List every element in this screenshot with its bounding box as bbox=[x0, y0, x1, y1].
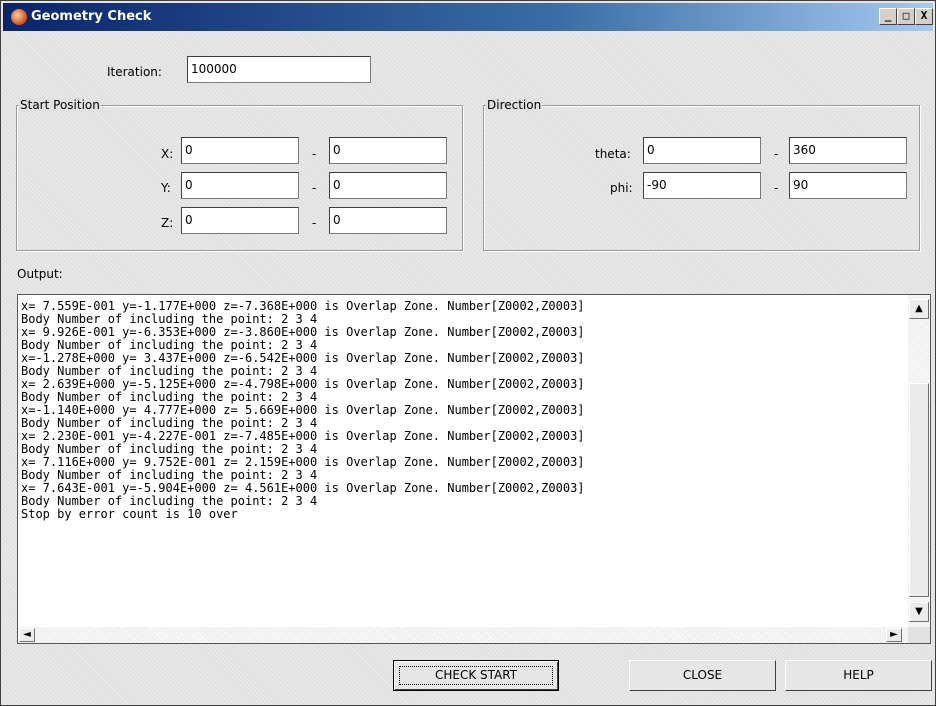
theta-from-input[interactable]: 0 bbox=[643, 137, 761, 164]
phi-label: phi: bbox=[610, 181, 633, 195]
minimize-button[interactable]: _ bbox=[879, 8, 897, 25]
phi-to-input[interactable]: 90 bbox=[789, 172, 907, 199]
z-from-input[interactable]: 0 bbox=[181, 207, 299, 234]
scroll-corner bbox=[908, 627, 930, 643]
maximize-button[interactable]: □ bbox=[897, 8, 915, 25]
window-title: Geometry Check bbox=[31, 9, 152, 24]
x-from-input[interactable]: 0 bbox=[181, 137, 299, 164]
theta-label: theta: bbox=[595, 147, 631, 161]
phi-from-input[interactable]: -90 bbox=[643, 172, 761, 199]
output-label: Output: bbox=[17, 267, 63, 281]
z-range-dash: - bbox=[312, 216, 317, 230]
direction-legend: Direction bbox=[486, 98, 543, 112]
y-label: Y: bbox=[161, 181, 171, 195]
y-to-input[interactable]: 0 bbox=[329, 172, 447, 199]
horizontal-scrollbar[interactable]: ◄ ► bbox=[18, 627, 908, 643]
y-range-dash: - bbox=[312, 181, 317, 195]
theta-to-input[interactable]: 360 bbox=[789, 137, 907, 164]
close-button[interactable]: CLOSE bbox=[629, 660, 776, 691]
x-to-input[interactable]: 0 bbox=[329, 137, 447, 164]
phi-range-dash: - bbox=[774, 181, 779, 195]
focus-ring bbox=[399, 666, 553, 685]
help-button[interactable]: HELP bbox=[785, 660, 932, 691]
scroll-left-icon[interactable]: ◄ bbox=[19, 628, 35, 642]
vertical-scrollbar[interactable]: ▲ ▼ bbox=[908, 295, 930, 627]
scroll-right-icon[interactable]: ► bbox=[886, 628, 902, 642]
geometry-check-window: Geometry Check _ □ X Iteration: 100000 S… bbox=[0, 0, 936, 706]
output-log: x= 7.559E-001 y=-1.177E+000 z=-7.368E+00… bbox=[21, 299, 585, 521]
scroll-up-icon[interactable]: ▲ bbox=[909, 299, 929, 319]
y-from-input[interactable]: 0 bbox=[181, 172, 299, 199]
iteration-label: Iteration: bbox=[107, 65, 162, 79]
iteration-input[interactable]: 100000 bbox=[187, 56, 371, 83]
scroll-down-icon[interactable]: ▼ bbox=[909, 602, 929, 622]
x-label: X: bbox=[161, 147, 174, 161]
output-textarea[interactable]: x= 7.559E-001 y=-1.177E+000 z=-7.368E+00… bbox=[17, 294, 931, 644]
z-to-input[interactable]: 0 bbox=[329, 207, 447, 234]
check-start-button[interactable]: CHECK START bbox=[393, 660, 559, 691]
vertical-scroll-thumb[interactable] bbox=[909, 383, 929, 597]
app-icon bbox=[11, 9, 27, 25]
start-position-legend: Start Position bbox=[19, 98, 101, 112]
x-range-dash: - bbox=[312, 147, 317, 161]
z-label: Z: bbox=[161, 216, 174, 230]
title-bar[interactable]: Geometry Check _ □ X bbox=[3, 3, 933, 31]
close-window-button[interactable]: X bbox=[915, 8, 933, 25]
theta-range-dash: - bbox=[774, 147, 779, 161]
